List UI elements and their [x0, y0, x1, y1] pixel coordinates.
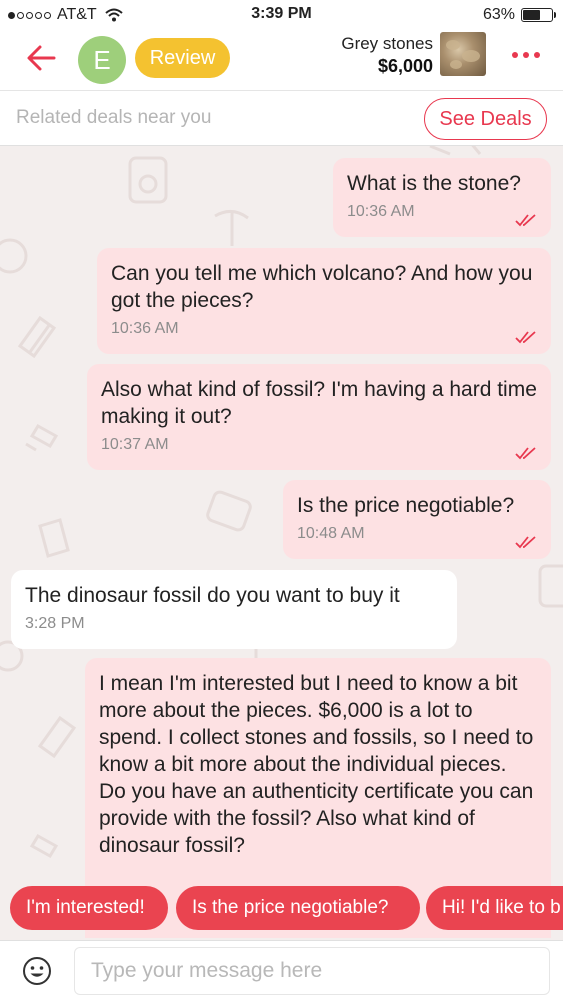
related-deals-text: Related deals near you	[16, 107, 212, 128]
status-right: 63%	[482, 6, 556, 24]
message-text: I mean I'm interested but I need to know…	[99, 672, 534, 857]
more-options-button[interactable]	[506, 45, 546, 65]
quick-reply-price-negotiable[interactable]: Is the price negotiable?	[176, 886, 420, 930]
review-button[interactable]: Review	[135, 38, 230, 78]
message-text: The dinosaur fossil do you want to buy i…	[25, 584, 400, 607]
message-text: What is the stone?	[347, 172, 521, 195]
message-bubble[interactable]: Also what kind of fossil? I'm having a h…	[87, 364, 551, 470]
message-input[interactable]	[74, 947, 550, 995]
see-deals-button[interactable]: See Deals	[424, 98, 547, 140]
message-text: Is the price negotiable?	[297, 494, 515, 517]
back-button[interactable]	[22, 38, 62, 78]
quick-replies: I'm interested! Is the price negotiable?…	[0, 886, 563, 932]
item-thumbnail[interactable]	[440, 32, 486, 76]
message-time: 10:36 AM	[111, 320, 179, 337]
quick-reply-interested[interactable]: I'm interested!	[10, 886, 168, 930]
chat-header: E Review Grey stones $6,000	[0, 30, 563, 90]
message-bubble[interactable]: Is the price negotiable? 10:48 AM	[283, 480, 551, 559]
avatar[interactable]: E	[78, 36, 126, 84]
read-receipt-icon	[515, 214, 536, 227]
read-receipt-icon	[515, 536, 536, 549]
message-bubble[interactable]: The dinosaur fossil do you want to buy i…	[11, 570, 457, 649]
emoji-button[interactable]	[22, 956, 52, 986]
message-input-bar	[0, 940, 563, 1000]
message-time: 10:37 AM	[101, 436, 169, 453]
read-receipt-icon	[515, 331, 536, 344]
message-text: Also what kind of fossil? I'm having a h…	[101, 378, 537, 428]
battery-icon	[521, 8, 556, 22]
message-time: 3:28 PM	[25, 615, 85, 632]
item-price: $6,000	[377, 56, 433, 76]
read-receipt-icon	[515, 447, 536, 460]
message-time: 10:48 AM	[297, 525, 365, 542]
message-bubble[interactable]: Can you tell me which volcano? And how y…	[97, 248, 551, 354]
message-bubble[interactable]: What is the stone? 10:36 AM	[333, 158, 551, 237]
item-info[interactable]: Grey stones $6,000	[341, 34, 433, 77]
message-text: Can you tell me which volcano? And how y…	[111, 262, 533, 312]
status-bar: AT&T 3:39 PM 63%	[0, 0, 563, 30]
battery-percent: 63%	[482, 6, 515, 23]
status-time: 3:39 PM	[251, 5, 312, 22]
related-deals-bar: Related deals near you See Deals	[0, 90, 563, 146]
chat-area[interactable]: What is the stone? 10:36 AM Can you tell…	[0, 146, 563, 938]
smiley-icon	[23, 957, 51, 985]
message-time: 10:36 AM	[347, 203, 415, 220]
back-arrow-icon	[27, 45, 56, 71]
quick-reply-like-to-buy[interactable]: Hi! I'd like to b	[426, 886, 563, 930]
item-title: Grey stones	[341, 34, 433, 53]
